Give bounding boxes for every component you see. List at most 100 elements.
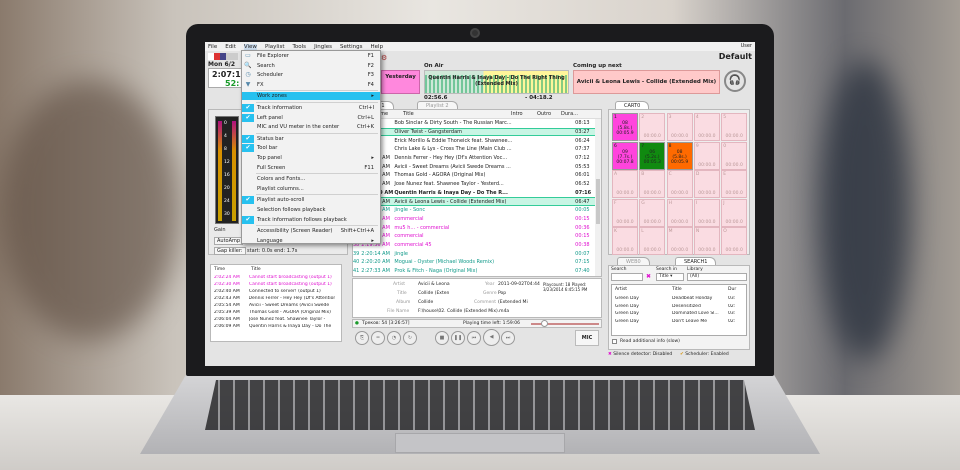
log-row[interactable]: 2:02:30 AM Cannot start broadcasting (out… <box>211 281 335 288</box>
menu-item-playlist-columns-[interactable]: Playlist columns... <box>242 185 380 193</box>
menu-item-selection-follows-playback[interactable]: Selection follows playback <box>242 206 380 214</box>
cart-slot-3[interactable]: 3 00:00.0 <box>666 113 693 141</box>
menu-item-accessibility-screen-reader-[interactable]: Accessibility (Screen Reader) Shift+Ctrl+… <box>242 227 380 235</box>
search-result-row[interactable]: Green Day Desensitized 02: <box>612 303 740 310</box>
log-row[interactable]: 2:05:39 AM Thomas Gold - AGORA (Original … <box>211 309 335 316</box>
playlist-row[interactable]: Bob Sinclar & Dirty South - The Russian … <box>353 119 595 128</box>
playlist-row[interactable]: 2:05:39 AMThomas Gold - AGORA (Original … <box>353 171 595 180</box>
user-label[interactable]: User <box>741 43 752 49</box>
cart-slot-C[interactable]: C 00:00.0 <box>666 170 693 198</box>
search-in-select[interactable]: Title ▾ <box>656 273 684 281</box>
menu-item-language[interactable]: Language ▸ <box>242 237 380 245</box>
cart-slot-2[interactable]: 2 00:00.0 <box>639 113 666 141</box>
playlist-row[interactable]: 39 2:20:14 AM jingle 00:07 <box>353 250 595 259</box>
playlist-row[interactable]: 2:19:20 AMcommercial00:15 <box>353 232 595 241</box>
menu-item-mic-and-vu-meter-in-the-center[interactable]: MIC and VU meter in the center Ctrl+K <box>242 123 380 131</box>
column-duration[interactable]: Dura... <box>561 111 585 117</box>
menu-item-status-bar[interactable]: ✔ Status bar <box>242 134 380 143</box>
cart-slot-J[interactable]: J 00:00.0 <box>721 198 748 227</box>
playlist-row[interactable]: 38 2:19:36 AM commercial 45 00:38 <box>353 241 595 250</box>
next-button[interactable]: ⏭ <box>501 331 515 345</box>
silence-detector-status[interactable]: ✖ Silence detector: Disabled <box>608 352 672 357</box>
log-row[interactable]: 2:06:04 AM Jose Nunez feat. Shawnee Taylo… <box>211 316 335 323</box>
playlist-row[interactable]: Oliver Twist - Gangsterdam 03:27 <box>353 127 595 137</box>
cart-slot-L[interactable]: L 00:00.0 <box>639 227 666 255</box>
playlist-row[interactable]: 2:11:24 AMAvicii & Leona Lewis - Collide… <box>353 197 595 206</box>
pause-button[interactable]: ❚❚ <box>451 331 465 345</box>
cart-slot-G[interactable]: G 00:00.0 <box>639 198 666 227</box>
log-row[interactable]: 2:06:09 AM Quentin Harris & Inaya Day - D… <box>211 323 335 330</box>
cart-slot-8[interactable]: 8 08 (5.8s.) 00:05.9 <box>666 141 693 170</box>
volume-slider[interactable] <box>531 320 599 327</box>
on-air-waveform[interactable]: Quentin Harris & Inaya Day - Do The Righ… <box>424 70 569 94</box>
cart-slot-5[interactable]: 5 00:00.0 <box>721 113 748 141</box>
headphones-icon[interactable]: 🎧 <box>724 70 746 92</box>
next-track[interactable]: Avicii & Leona Lewis - Collide (Extended… <box>573 70 720 94</box>
playlist-row[interactable]: Chris Lake & Lys - Cross The Line (Main … <box>353 145 595 154</box>
menu-edit[interactable]: Edit <box>225 44 236 50</box>
menu-playlist[interactable]: Playlist <box>265 44 285 50</box>
cart-slot-7[interactable]: 7 06 (5.2s.) 00:05.3 <box>639 141 666 170</box>
playlist-row[interactable]: 2:02:44 AMDennis Ferrer - Hey Hey (Df's … <box>353 154 595 163</box>
playlist-row[interactable]: 2:06:05 AMJose Nunez feat. Shawnee Taylo… <box>353 180 595 189</box>
autoamp-button[interactable]: AutoAmp <box>214 237 244 245</box>
play-button[interactable]: ◀ <box>483 329 500 346</box>
menu-jingles[interactable]: Jingles <box>314 44 332 50</box>
stream-button[interactable]: ═ <box>371 331 385 345</box>
menu-item-tool-bar[interactable]: ✔ Tool bar <box>242 144 380 153</box>
menu-item-search[interactable]: 🔍 Search F2 <box>242 62 380 70</box>
playlist-row[interactable]: 41 2:27:33 AM Prok & Fitch - Naga (Origina… <box>353 267 595 276</box>
cart-slot-B[interactable]: B 00:00.0 <box>639 170 666 198</box>
playlist-row[interactable]: 2:05:54 AMAvicii - Sweet Dreams (Avicii … <box>353 163 595 172</box>
cart-slot-O[interactable]: O 00:00.0 <box>721 227 748 255</box>
loop-button[interactable]: ↻ <box>403 331 417 345</box>
record-button[interactable]: ⎘ <box>355 331 369 345</box>
scheduler-status[interactable]: ✔ Scheduler: Enabled <box>680 352 729 357</box>
menu-item-track-information-follows-playback[interactable]: ✔ Track information follows playback <box>242 215 380 224</box>
playlist-row[interactable]: 2:06:09 AMQuentin Harris & Inaya Day - D… <box>353 189 595 198</box>
cart-slot-D[interactable]: D 00:00.0 <box>693 170 720 198</box>
menu-tools[interactable]: Tools <box>293 44 307 50</box>
toolbar[interactable] <box>208 53 238 60</box>
menu-item-left-panel[interactable]: ✔ Left panel Ctrl+L <box>242 113 380 122</box>
menu-file[interactable]: File <box>208 44 217 50</box>
stop-button[interactable]: ■ <box>435 331 449 345</box>
cart-slot-4[interactable]: 4 00:00.0 <box>693 113 720 141</box>
menu-item-full-screen[interactable]: Full Screen F11 <box>242 164 380 172</box>
log-row[interactable]: 2:02:40 AM Connected to server! (output 1… <box>211 288 335 295</box>
playlist-scrollbar[interactable] <box>595 119 601 276</box>
settings-icon[interactable]: ⚙ <box>381 54 399 62</box>
cart-slot-E[interactable]: E 00:00.0 <box>721 170 748 198</box>
previous-button[interactable]: ⏮ <box>467 331 481 345</box>
log-row[interactable]: 2:05:54 AM Avicii - Sweet Dreams (Avicii … <box>211 302 335 309</box>
column-outro[interactable]: Outro <box>537 111 561 117</box>
log-row[interactable]: 2:02:43 AM Dennis Ferrer - Hey Hey (Df's … <box>211 295 335 302</box>
search-result-row[interactable]: Green Day Don't Leave Me 02: <box>612 318 740 325</box>
cart-slot-9[interactable]: 9 00:00.0 <box>693 141 720 170</box>
menu-view[interactable]: View <box>243 43 257 50</box>
menu-item-file-explorer[interactable]: ▭ File Explorer F1 <box>242 52 380 60</box>
playlist-row[interactable]: 2:18:27 AMcommercial00:15 <box>353 215 595 224</box>
menu-item-colors-and-fonts-[interactable]: Colors and Fonts... <box>242 175 380 183</box>
playlist-row[interactable]: 2:18:43 AMmu5 h... - commercial00:36 <box>353 223 595 232</box>
search-result-row[interactable]: Green Day Dominated Love Sl... 03: <box>612 310 740 317</box>
gap-killer-button[interactable]: Gap killer: <box>214 247 246 255</box>
menu-item-fx[interactable]: ▼ FX F4 <box>242 81 380 89</box>
column-intro[interactable]: Intro <box>511 111 537 117</box>
playlist-row[interactable]: Erick Morillo & Eddie Thoneick feat. Sha… <box>353 136 595 145</box>
library-select[interactable]: (All) <box>687 273 747 281</box>
mic-button[interactable]: MIC <box>575 330 599 346</box>
log-row[interactable]: 2:02:24 AM Cannot start broadcasting (out… <box>211 274 335 281</box>
playlist-row[interactable]: 40 2:20:20 AM Moguai - Oyster (Michael Woo… <box>353 258 595 267</box>
playlist-row[interactable]: 2:18:22 AMjingle - Sonc00:05 <box>353 206 595 215</box>
cart-slot-N[interactable]: N 00:00.0 <box>693 227 720 255</box>
menu-item-playlist-auto-scroll[interactable]: ✔ Playlist auto-scroll <box>242 196 380 205</box>
cart-slot-1[interactable]: 1 08 (5.8s.) 00:05.9 <box>612 113 638 141</box>
cart-slot-K[interactable]: K 00:00.0 <box>612 227 638 255</box>
menu-item-work-zones[interactable]: Work zones ▸ <box>242 92 380 101</box>
menu-help[interactable]: Help <box>371 44 384 50</box>
cart-slot-6[interactable]: 6 09 (7.7s.) 00:07.8 <box>612 141 638 170</box>
read-info-checkbox[interactable] <box>612 339 617 344</box>
menu-settings[interactable]: Settings <box>340 44 363 50</box>
clear-search-icon[interactable]: ✖ <box>646 273 651 280</box>
